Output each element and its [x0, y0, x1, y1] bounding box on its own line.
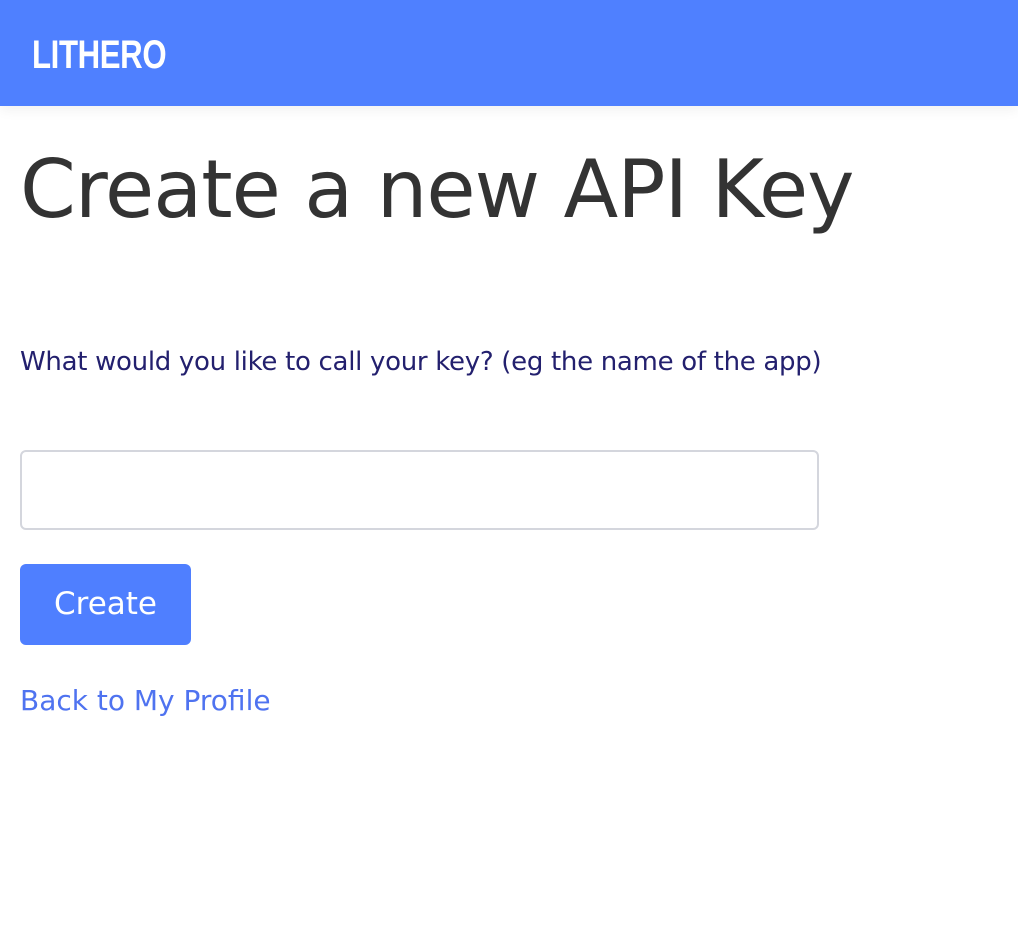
brand-logo[interactable]: LITHERO: [32, 33, 167, 77]
top-navbar: LITHERO: [0, 0, 1018, 106]
key-name-label: What would you like to call your key? (e…: [20, 347, 822, 377]
create-button[interactable]: Create: [20, 564, 191, 645]
key-name-input[interactable]: [20, 450, 819, 530]
page-title: Create a new API Key: [20, 143, 855, 236]
back-to-profile-link[interactable]: Back to My Profile: [20, 683, 271, 719]
